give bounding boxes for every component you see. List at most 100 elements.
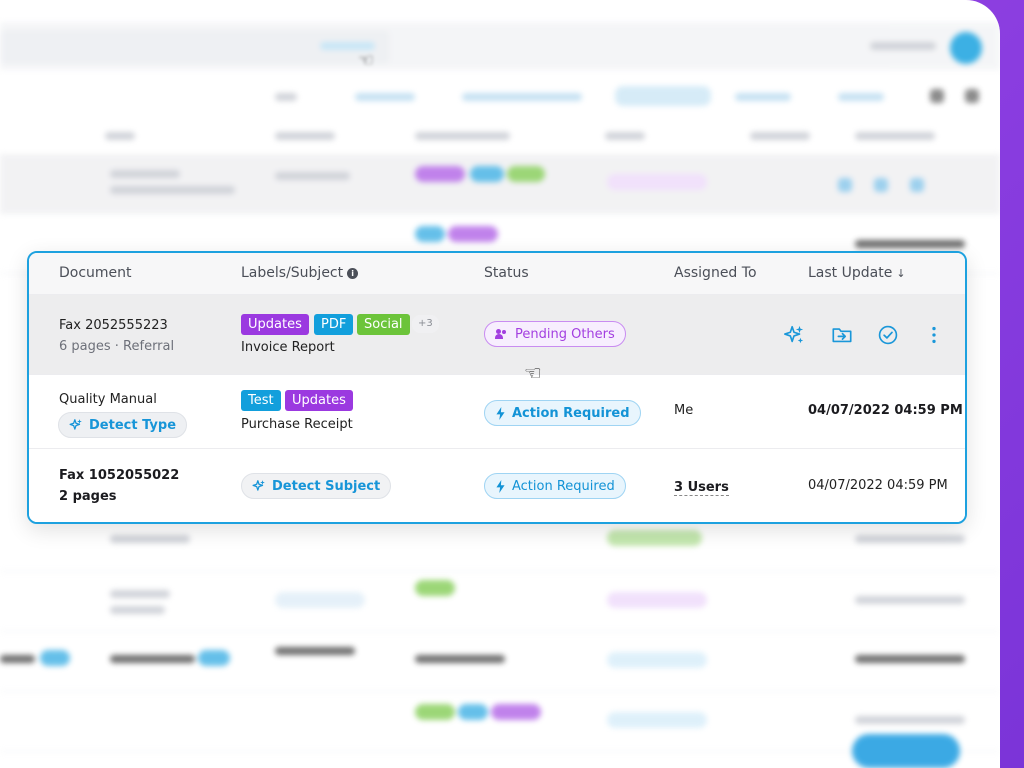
bg-status bbox=[607, 592, 707, 608]
bg-tag bbox=[415, 166, 465, 182]
bg-cell bbox=[0, 655, 35, 663]
bg-header-cell bbox=[605, 132, 645, 140]
label-tag[interactable]: PDF bbox=[314, 314, 354, 335]
bg-icon bbox=[838, 178, 852, 192]
bg-avatar bbox=[950, 32, 982, 64]
sort-down-icon[interactable]: ↓ bbox=[896, 267, 905, 280]
bg-user-name bbox=[870, 42, 936, 50]
folder-move-icon[interactable] bbox=[831, 324, 853, 346]
bg-toolbar-item bbox=[965, 89, 979, 103]
bg-cell bbox=[110, 170, 180, 178]
bg-tag bbox=[507, 166, 545, 182]
bg-tag bbox=[415, 704, 455, 720]
assigned-users-link[interactable]: 3 Users bbox=[674, 480, 729, 496]
bg-cell bbox=[110, 535, 190, 543]
bg-toolbar-item bbox=[275, 93, 297, 101]
bg-toolbar-item bbox=[735, 93, 791, 101]
bg-toolbar-item bbox=[355, 93, 415, 101]
bg-tag bbox=[198, 650, 230, 666]
bg-header-cell bbox=[415, 132, 510, 140]
bg-status bbox=[607, 712, 707, 728]
assigned-to[interactable]: Me bbox=[674, 403, 693, 418]
label-tag[interactable]: Test bbox=[241, 390, 281, 411]
bg-header-cell bbox=[855, 132, 935, 140]
label-tag[interactable]: Social bbox=[357, 314, 410, 335]
bg-status bbox=[607, 530, 702, 546]
pointer-cursor-icon: ☜ bbox=[524, 361, 542, 385]
check-circle-icon[interactable] bbox=[877, 324, 899, 346]
bg-header-cell bbox=[750, 132, 810, 140]
bg-floating-button bbox=[852, 734, 960, 768]
sparkle-icon bbox=[252, 480, 265, 491]
bg-detect bbox=[275, 592, 365, 608]
bg-cell bbox=[415, 655, 505, 663]
document-title: Fax 2052555223 bbox=[59, 318, 168, 333]
bg-cell bbox=[275, 172, 350, 180]
bg-status bbox=[607, 174, 707, 190]
info-icon[interactable]: i bbox=[347, 267, 359, 279]
bg-tag bbox=[448, 226, 498, 242]
bg-cell bbox=[855, 716, 965, 724]
bolt-icon bbox=[496, 406, 505, 420]
users-icon bbox=[495, 329, 509, 339]
sparkle-icon bbox=[69, 419, 82, 430]
bg-cell bbox=[855, 240, 965, 248]
last-update: 04/07/2022 04:59 PM bbox=[808, 478, 948, 493]
subject-text: Purchase Receipt bbox=[241, 417, 353, 432]
bg-cell bbox=[855, 655, 965, 663]
header-labels-subject[interactable]: Labels/Subject i bbox=[241, 265, 359, 281]
more-tags-badge[interactable]: +3 bbox=[412, 315, 439, 333]
status-badge[interactable]: Action Required bbox=[484, 473, 626, 499]
label-tag[interactable]: Updates bbox=[285, 390, 353, 411]
bg-cell bbox=[855, 535, 965, 543]
app-screen: ☜ Document Labels/Subject i Status Assig… bbox=[0, 0, 1000, 768]
last-update: 04/07/2022 04:59 PM bbox=[808, 403, 963, 418]
bg-cell bbox=[110, 606, 165, 614]
more-vertical-icon[interactable] bbox=[923, 324, 945, 346]
bg-header-cell bbox=[105, 132, 135, 140]
assigned-to[interactable]: 3 Users bbox=[674, 480, 729, 496]
label-tag[interactable]: Updates bbox=[241, 314, 309, 335]
documents-table-card: Document Labels/Subject i Status Assigne… bbox=[27, 251, 967, 524]
bg-cell bbox=[110, 590, 170, 598]
table-row[interactable]: Fax 2052555223 6 pages · Referral Update… bbox=[29, 295, 965, 375]
bg-tag bbox=[415, 226, 445, 242]
table-row[interactable]: Quality Manual Detect Type Test Updates … bbox=[29, 375, 965, 449]
bg-header-cell bbox=[275, 132, 335, 140]
bg-toolbar-item bbox=[838, 93, 884, 101]
bg-toolbar-item bbox=[462, 93, 582, 101]
status-badge[interactable]: Pending Others bbox=[484, 321, 626, 347]
bolt-icon bbox=[496, 479, 505, 493]
status-badge[interactable]: Action Required bbox=[484, 400, 641, 426]
detect-type-button[interactable]: Detect Type bbox=[58, 412, 188, 438]
header-last-update[interactable]: Last Update ↓ bbox=[808, 265, 906, 281]
header-status[interactable]: Status bbox=[484, 265, 529, 281]
subject-text: Invoice Report bbox=[241, 340, 335, 355]
bg-table-row bbox=[0, 572, 1000, 632]
bg-cell bbox=[110, 655, 195, 663]
bg-tag bbox=[415, 580, 455, 596]
document-subtitle: 2 pages bbox=[59, 489, 117, 504]
bg-cell bbox=[110, 186, 235, 194]
bg-table-row bbox=[0, 692, 1000, 752]
bg-tag bbox=[40, 650, 70, 666]
bg-cell bbox=[275, 647, 355, 655]
bg-status bbox=[607, 652, 707, 668]
background-cursor-icon: ☜ bbox=[358, 50, 375, 71]
bg-search-button bbox=[320, 42, 375, 50]
sparkle-icon[interactable] bbox=[783, 324, 805, 346]
header-assigned-to[interactable]: Assigned To bbox=[674, 265, 757, 281]
table-header: Document Labels/Subject i Status Assigne… bbox=[29, 253, 965, 295]
bg-tag bbox=[491, 704, 541, 720]
bg-icon bbox=[910, 178, 924, 192]
detect-subject-button[interactable]: Detect Subject bbox=[241, 473, 392, 499]
document-title: Quality Manual bbox=[59, 392, 157, 407]
bg-tag bbox=[470, 166, 504, 182]
header-document[interactable]: Document bbox=[59, 265, 132, 281]
document-subtitle: 6 pages · Referral bbox=[59, 339, 175, 354]
bg-toolbar-item bbox=[930, 89, 944, 103]
bg-tag bbox=[458, 704, 488, 720]
bg-icon bbox=[874, 178, 888, 192]
bg-toolbar-item bbox=[615, 86, 711, 106]
table-row[interactable]: Fax 1052055022 2 pages Detect Subject Ac… bbox=[29, 449, 965, 522]
